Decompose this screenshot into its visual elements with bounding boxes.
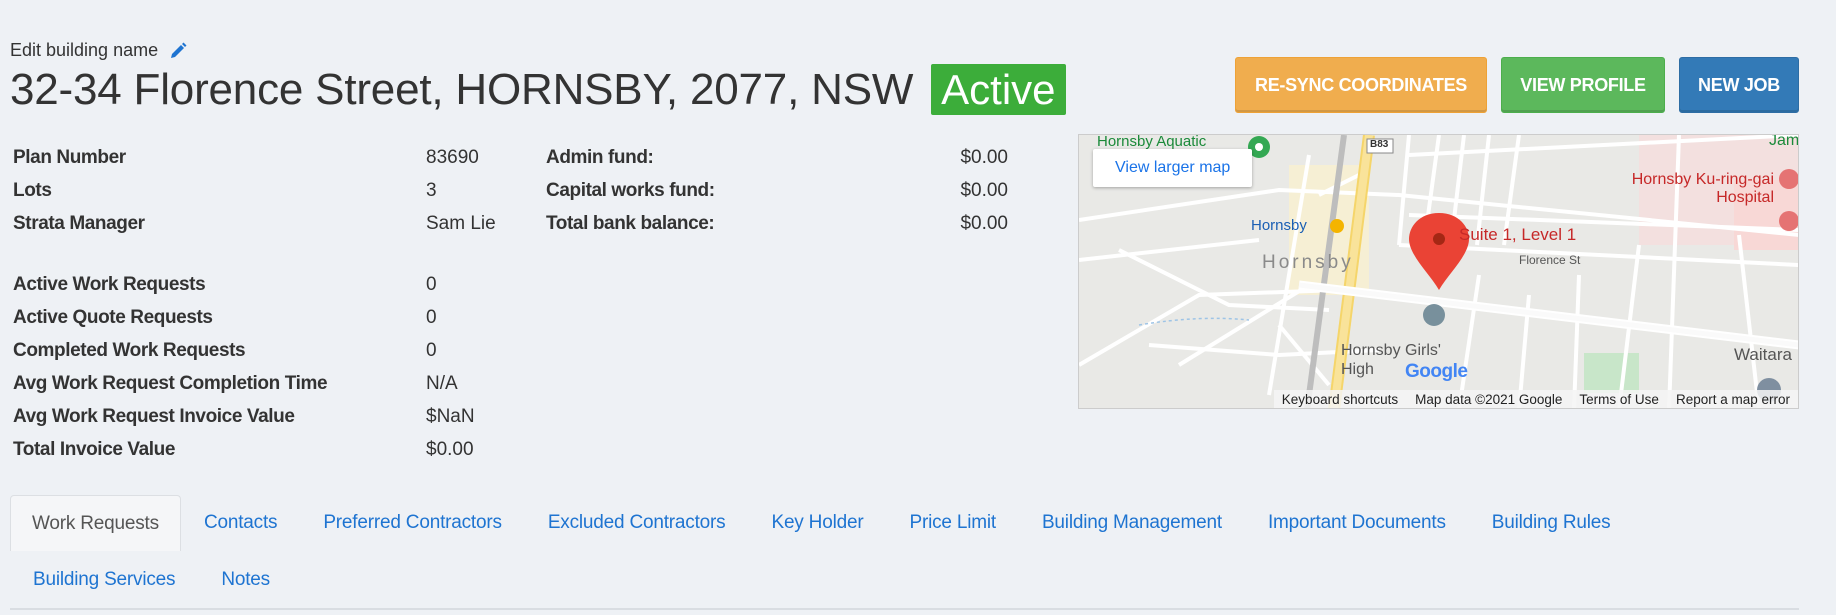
action-buttons: RE-SYNC COORDINATES VIEW PROFILE NEW JOB <box>1235 57 1799 113</box>
fund-label: Capital works fund: <box>546 180 715 201</box>
tab-building-rules[interactable]: Building Rules <box>1469 495 1634 551</box>
stat-value: 0 <box>426 274 437 295</box>
stat-value: 0 <box>426 340 437 361</box>
tab-building-management[interactable]: Building Management <box>1019 495 1245 551</box>
stat-label: Active Quote Requests <box>13 307 213 328</box>
stat-value: 0 <box>426 307 437 328</box>
tab-key-holder[interactable]: Key Holder <box>748 495 886 551</box>
map-label-b83: B83 <box>1370 139 1389 150</box>
stat-value: $NaN <box>426 406 475 427</box>
fund-row-admin: Admin fund: $0.00 <box>546 147 1008 180</box>
stat-label: Active Work Requests <box>13 274 206 295</box>
view-larger-map-link[interactable]: View larger map <box>1093 149 1253 187</box>
detail-value: 3 <box>426 180 437 201</box>
terms-of-use-link[interactable]: Terms of Use <box>1579 392 1659 407</box>
fund-row-capital-works: Capital works fund: $0.00 <box>546 180 1008 213</box>
google-logo: Google <box>1405 361 1468 382</box>
fund-label: Admin fund: <box>546 147 654 168</box>
keyboard-shortcuts-link[interactable]: Keyboard shortcuts <box>1282 392 1398 407</box>
stat-label: Completed Work Requests <box>13 340 246 361</box>
stat-label: Avg Work Request Invoice Value <box>13 406 295 427</box>
tab-work-requests[interactable]: Work Requests <box>10 495 181 551</box>
tab-price-limit[interactable]: Price Limit <box>886 495 1018 551</box>
tab-preferred-contractors[interactable]: Preferred Contractors <box>300 495 524 551</box>
fund-row-total-bank-balance: Total bank balance: $0.00 <box>546 213 1008 246</box>
status-badge: Active <box>931 64 1066 115</box>
map-label-waitara: Waitara <box>1734 345 1792 364</box>
embedded-map[interactable]: Hornsby Aquatic Hornsby Hornsby Suite 1,… <box>1078 134 1799 409</box>
view-profile-button[interactable]: VIEW PROFILE <box>1501 57 1665 113</box>
tab-bar: Work Requests Contacts Preferred Contrac… <box>10 495 1633 551</box>
tab-bar-row2: Building Services Notes <box>10 552 293 608</box>
map-label-hospital: Hornsby Ku-ring-gai Hospital <box>1631 171 1774 206</box>
tab-building-services[interactable]: Building Services <box>10 552 198 608</box>
resync-coordinates-button[interactable]: RE-SYNC COORDINATES <box>1235 57 1487 113</box>
stat-label: Total Invoice Value <box>13 439 176 460</box>
title-row: 32-34 Florence Street, HORNSBY, 2077, NS… <box>10 64 1066 115</box>
detail-value: Sam Lie <box>426 213 496 234</box>
report-map-error-link[interactable]: Report a map error <box>1676 392 1790 407</box>
map-label-aquatic: Hornsby Aquatic <box>1097 134 1207 150</box>
stat-value: $0.00 <box>426 439 474 460</box>
stat-value: N/A <box>426 373 458 394</box>
map-label-jam: Jam <box>1769 134 1799 149</box>
edit-building-name[interactable]: Edit building name <box>10 40 188 61</box>
map-label-hornsby-area: Hornsby <box>1262 252 1354 273</box>
map-data-attribution: Map data ©2021 Google <box>1415 391 1563 407</box>
tab-notes[interactable]: Notes <box>198 552 293 608</box>
fund-value: $0.00 <box>960 147 1008 168</box>
new-job-button[interactable]: NEW JOB <box>1679 57 1799 113</box>
pencil-icon[interactable] <box>168 41 188 61</box>
stat-label: Avg Work Request Completion Time <box>13 373 328 394</box>
tab-divider <box>10 608 1799 610</box>
edit-building-name-label: Edit building name <box>10 40 159 60</box>
fund-label: Total bank balance: <box>546 213 715 234</box>
fund-value: $0.00 <box>960 213 1008 234</box>
page-title: 32-34 Florence Street, HORNSBY, 2077, NS… <box>10 64 914 114</box>
tab-contacts[interactable]: Contacts <box>181 495 300 551</box>
map-footer: Keyboard shortcuts Map data ©2021 Google… <box>1273 390 1798 408</box>
detail-label: Plan Number <box>13 147 126 168</box>
map-label-florence-st: Florence St <box>1519 253 1581 267</box>
map-label-hornsby-station: Hornsby <box>1251 217 1307 234</box>
fund-value: $0.00 <box>960 180 1008 201</box>
detail-label: Lots <box>13 180 52 201</box>
detail-value: 83690 <box>426 147 479 168</box>
tab-important-documents[interactable]: Important Documents <box>1245 495 1469 551</box>
map-marker-label: Suite 1, Level 1 <box>1459 225 1577 244</box>
tab-excluded-contractors[interactable]: Excluded Contractors <box>525 495 749 551</box>
detail-label: Strata Manager <box>13 213 145 234</box>
